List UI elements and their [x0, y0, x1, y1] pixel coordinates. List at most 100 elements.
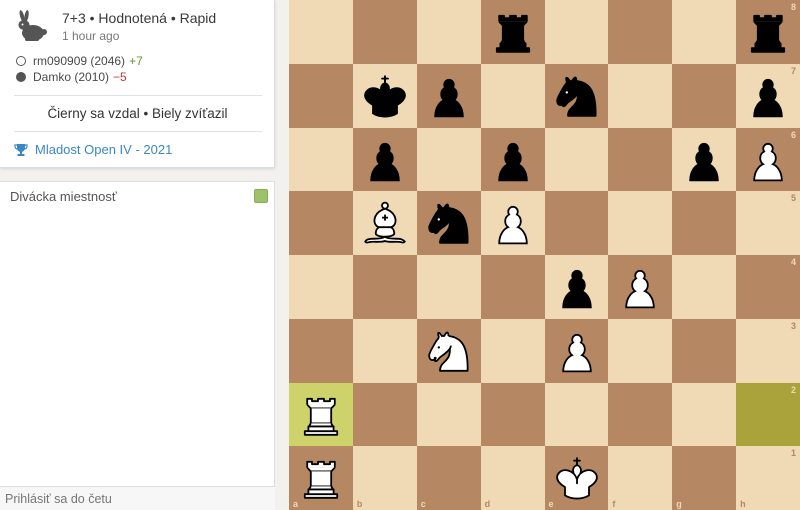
- square-g6[interactable]: [672, 127, 737, 192]
- square-f5[interactable]: [608, 191, 673, 255]
- tournament-link[interactable]: Mladost Open IV - 2021: [14, 142, 172, 157]
- square-a3[interactable]: [289, 318, 353, 383]
- square-h4[interactable]: 4: [736, 255, 800, 319]
- square-d7[interactable]: [480, 63, 545, 128]
- chat-input[interactable]: [0, 486, 275, 510]
- square-c1[interactable]: c: [416, 446, 481, 510]
- square-d3[interactable]: [480, 318, 545, 383]
- file-label: d: [484, 499, 491, 509]
- white-pawn-icon[interactable]: [486, 196, 540, 250]
- square-g7[interactable]: [672, 63, 737, 128]
- black-pawn-icon[interactable]: [486, 133, 540, 187]
- square-c3[interactable]: [416, 318, 481, 383]
- square-g3[interactable]: [672, 318, 737, 383]
- square-g2[interactable]: [672, 382, 737, 447]
- square-e1[interactable]: e: [544, 446, 609, 510]
- square-h1[interactable]: 1h: [736, 446, 800, 510]
- white-pawn-icon[interactable]: [613, 260, 667, 314]
- square-g1[interactable]: g: [672, 446, 737, 510]
- square-f6[interactable]: [608, 127, 673, 192]
- black-pawn-icon[interactable]: [358, 133, 412, 187]
- square-a6[interactable]: [289, 127, 353, 192]
- square-c5[interactable]: [416, 191, 481, 255]
- square-b2[interactable]: [352, 382, 417, 447]
- square-f4[interactable]: [608, 255, 673, 319]
- white-pawn-icon[interactable]: [550, 324, 604, 378]
- square-h5[interactable]: 5: [736, 191, 800, 255]
- chat-toggle[interactable]: [254, 189, 268, 203]
- square-c7[interactable]: [416, 63, 481, 128]
- square-e5[interactable]: [544, 191, 609, 255]
- square-h6[interactable]: 6: [736, 127, 800, 192]
- square-a5[interactable]: [289, 191, 353, 255]
- square-d2[interactable]: [480, 382, 545, 447]
- square-c4[interactable]: [416, 255, 481, 319]
- square-b1[interactable]: b: [352, 446, 417, 510]
- white-rook-icon[interactable]: [294, 451, 348, 505]
- square-e6[interactable]: [544, 127, 609, 192]
- black-player[interactable]: Damko (2010) −5: [16, 70, 127, 84]
- square-h2[interactable]: 2: [736, 382, 800, 447]
- square-a7[interactable]: [289, 63, 353, 128]
- white-player-name[interactable]: rm090909 (2046): [33, 54, 125, 68]
- file-label: b: [356, 499, 363, 509]
- white-king-icon[interactable]: [550, 451, 604, 505]
- square-c6[interactable]: [416, 127, 481, 192]
- square-a2[interactable]: [289, 382, 353, 447]
- square-f3[interactable]: [608, 318, 673, 383]
- white-rook-icon[interactable]: [294, 388, 348, 442]
- square-d1[interactable]: d: [480, 446, 545, 510]
- square-f1[interactable]: f: [608, 446, 673, 510]
- square-e8[interactable]: [544, 0, 609, 64]
- rank-label: 5: [790, 193, 796, 204]
- white-dot-icon: [16, 56, 26, 66]
- white-knight-icon[interactable]: [422, 324, 476, 378]
- tournament-name[interactable]: Mladost Open IV - 2021: [35, 142, 172, 157]
- square-d4[interactable]: [480, 255, 545, 319]
- square-c2[interactable]: [416, 382, 481, 447]
- black-pawn-icon[interactable]: [741, 69, 795, 123]
- black-knight-icon[interactable]: [422, 196, 476, 250]
- black-king-icon[interactable]: [358, 69, 412, 123]
- divider: [14, 95, 262, 96]
- square-g4[interactable]: [672, 255, 737, 319]
- square-b7[interactable]: [352, 63, 417, 128]
- square-e4[interactable]: [544, 255, 609, 319]
- file-label: h: [740, 499, 746, 509]
- square-f7[interactable]: [608, 63, 673, 128]
- square-a4[interactable]: [289, 255, 353, 319]
- black-knight-icon[interactable]: [550, 69, 604, 123]
- square-h7[interactable]: 7: [736, 63, 800, 128]
- white-player[interactable]: rm090909 (2046) +7: [16, 54, 143, 68]
- square-e7[interactable]: [544, 63, 609, 128]
- white-pawn-icon[interactable]: [741, 133, 795, 187]
- square-d5[interactable]: [480, 191, 545, 255]
- black-player-name[interactable]: Damko (2010): [33, 70, 109, 84]
- square-b8[interactable]: [352, 0, 417, 64]
- game-info-card: 7+3 • Hodnotená • Rapid 1 hour ago rm090…: [0, 0, 275, 168]
- square-f2[interactable]: [608, 382, 673, 447]
- square-b5[interactable]: [352, 191, 417, 255]
- square-c8[interactable]: [416, 0, 481, 64]
- black-pawn-icon[interactable]: [677, 133, 731, 187]
- square-g8[interactable]: [672, 0, 737, 64]
- square-d8[interactable]: [480, 0, 545, 64]
- square-a8[interactable]: [289, 0, 353, 64]
- square-h8[interactable]: 8: [736, 0, 800, 64]
- square-b4[interactable]: [352, 255, 417, 319]
- square-a1[interactable]: a: [289, 446, 353, 510]
- square-b6[interactable]: [352, 127, 417, 192]
- square-b3[interactable]: [352, 318, 417, 383]
- white-bishop-icon[interactable]: [358, 196, 412, 250]
- square-f8[interactable]: [608, 0, 673, 64]
- square-d6[interactable]: [480, 127, 545, 192]
- square-e2[interactable]: [544, 382, 609, 447]
- black-pawn-icon[interactable]: [550, 260, 604, 314]
- square-g5[interactable]: [672, 191, 737, 255]
- square-h3[interactable]: 3: [736, 318, 800, 383]
- black-rook-icon[interactable]: [486, 5, 540, 59]
- black-rook-icon[interactable]: [741, 5, 795, 59]
- black-pawn-icon[interactable]: [422, 69, 476, 123]
- square-e3[interactable]: [544, 318, 609, 383]
- chess-board[interactable]: 8765 432 ab cd efg1h: [289, 0, 800, 510]
